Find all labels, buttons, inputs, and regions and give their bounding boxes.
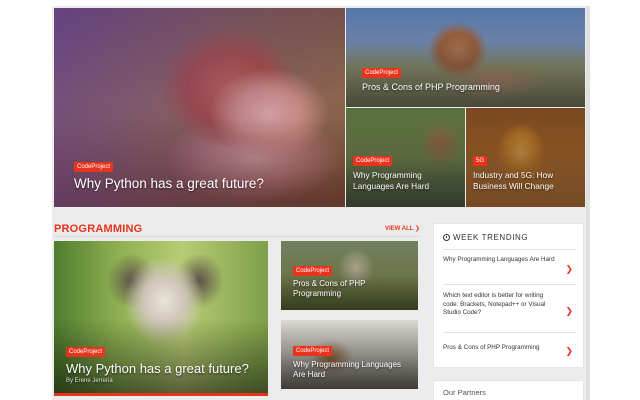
programming-side-article[interactable]: CodeProject Pros & Cons of PHP Programmi… (281, 241, 418, 310)
chevron-right-icon[interactable]: ❯ (565, 346, 573, 356)
section-divider (54, 236, 419, 237)
programming-side-article[interactable]: CodeProject Why Programming Languages Ar… (281, 320, 418, 389)
view-all-link[interactable]: VIEW ALL ❯ (385, 225, 420, 232)
widget-title: Our Partners (443, 388, 486, 397)
scrollbar[interactable] (586, 6, 590, 400)
category-tag[interactable]: CodeProject (362, 68, 402, 78)
featured-top-right-article[interactable]: CodeProject Pros & Cons of PHP Programmi… (346, 8, 585, 107)
trending-item[interactable]: Why Programming Languages Are Hard ❯ (443, 253, 576, 285)
category-tag[interactable]: CodeProject (66, 347, 106, 357)
trending-item-title[interactable]: Why Programming Languages Are Hard (443, 256, 558, 265)
trending-item[interactable]: Pros & Cons of PHP Programming ❯ (443, 337, 576, 364)
article-title[interactable]: Why Python has a great future? (74, 176, 264, 191)
featured-bottom-right-article[interactable]: 5G Industry and 5G: How Business Will Ch… (466, 108, 585, 207)
trending-item-title[interactable]: Which text editor is better for writing … (443, 292, 558, 318)
programming-main-article[interactable]: CodeProject Why Python has a great futur… (54, 241, 268, 396)
partners-widget: Our Partners (433, 380, 584, 400)
featured-grid: CodeProject Why Python has a great futur… (54, 8, 585, 207)
article-title[interactable]: Why Programming Languages Are Hard (353, 170, 453, 192)
widget-divider (443, 249, 576, 250)
article-author: By Erene Jerreria (66, 378, 113, 384)
featured-bottom-left-article[interactable]: CodeProject Why Programming Languages Ar… (346, 108, 465, 207)
article-title[interactable]: Pros & Cons of PHP Programming (362, 82, 500, 92)
category-tag[interactable]: 5G (473, 156, 488, 166)
chevron-right-icon[interactable]: ❯ (565, 264, 573, 274)
article-title[interactable]: Industry and 5G: How Business Will Chang… (473, 170, 581, 192)
featured-main-article[interactable]: CodeProject Why Python has a great futur… (54, 8, 345, 207)
category-tag[interactable]: CodeProject (293, 346, 333, 356)
category-tag[interactable]: CodeProject (293, 266, 333, 276)
category-tag[interactable]: CodeProject (353, 156, 393, 166)
article-title[interactable]: Why Python has a great future? (66, 361, 249, 376)
week-trending-widget: WEEK TRENDING Why Programming Languages … (433, 223, 584, 368)
category-tag[interactable]: CodeProject (74, 162, 114, 172)
accent-bar (54, 393, 268, 396)
widget-header: WEEK TRENDING (443, 233, 528, 242)
trending-item[interactable]: Which text editor is better for writing … (443, 289, 576, 333)
clock-icon (443, 234, 450, 241)
section-title: PROGRAMMING (54, 223, 143, 235)
widget-title: WEEK TRENDING (453, 233, 529, 242)
chevron-right-icon[interactable]: ❯ (565, 306, 573, 316)
trending-item-title[interactable]: Pros & Cons of PHP Programming (443, 344, 558, 353)
article-title[interactable]: Pros & Cons of PHP Programming (293, 279, 408, 299)
article-title[interactable]: Why Programming Languages Are Hard (293, 360, 408, 380)
